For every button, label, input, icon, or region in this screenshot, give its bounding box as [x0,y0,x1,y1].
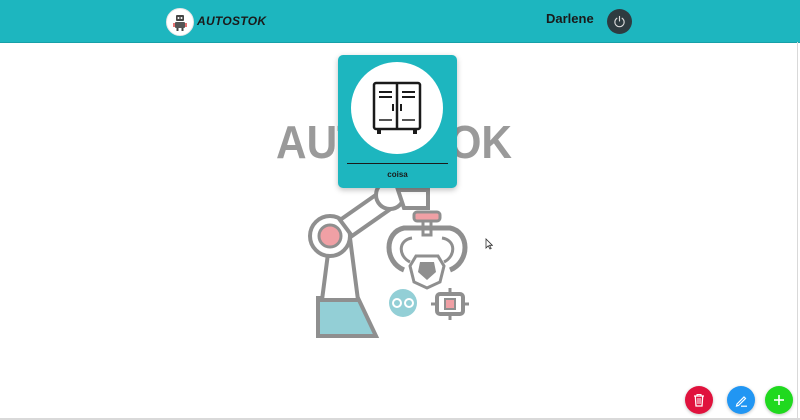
add-button[interactable] [765,386,793,414]
pencil-icon [735,395,747,407]
app-name: AUTOSTOK [197,14,267,28]
user-name: Darlene [546,11,594,26]
locker-icon [372,81,422,134]
item-card[interactable]: coisa [338,55,457,188]
card-image-circle [351,62,443,154]
mouse-cursor-icon [485,238,493,250]
logout-button[interactable] [607,9,632,34]
robot-mascot-icon [170,12,190,32]
delete-button[interactable] [685,386,713,414]
window-edge-right [797,42,798,418]
card-divider [347,163,448,164]
app-logo[interactable] [166,8,194,36]
trash-icon [694,393,704,407]
top-bar: AUTOSTOK Darlene [0,0,800,43]
plus-icon [774,395,784,405]
power-icon [614,15,625,28]
card-label: coisa [387,170,408,179]
edit-button[interactable] [727,386,755,414]
